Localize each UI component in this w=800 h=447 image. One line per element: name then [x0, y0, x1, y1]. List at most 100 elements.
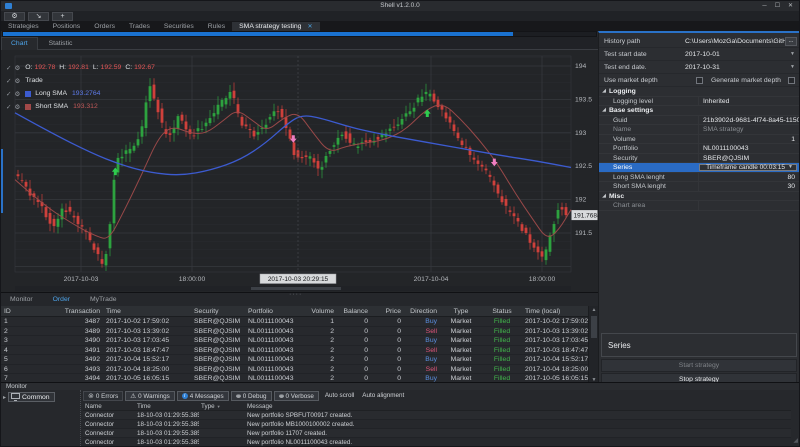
settings-button[interactable]: ⚙	[4, 12, 25, 21]
minimize-button[interactable]: ─	[758, 1, 771, 11]
gear-icon[interactable]: ⚙	[14, 77, 20, 85]
auto-scroll-button[interactable]: Auto scroll	[321, 391, 358, 401]
legend-trade-row[interactable]: ✓ ⚙ Trade	[6, 74, 159, 87]
table-row[interactable]: 434912017-10-03 18:47:47SBER@QJSIMNL0011…	[1, 346, 588, 356]
property-value[interactable]: SBER@QJSIM	[699, 154, 799, 163]
log-row[interactable]: Connector18-10-03 01:29:55.385New portfo…	[83, 420, 791, 429]
orders-scrollbar[interactable]: ▲ ▼	[588, 306, 598, 384]
test-start-value[interactable]: 2017-10-01	[685, 48, 785, 61]
orders-column-header[interactable]: Volume	[304, 306, 337, 316]
start-strategy-button[interactable]: Start strategy	[601, 359, 797, 372]
filter-icon[interactable]: ▼	[217, 404, 221, 409]
property-row-guid[interactable]: Guid21b3902d-9681-4f74-8a45-115015f4...	[599, 116, 799, 126]
table-row[interactable]: 234892017-10-03 13:39:02SBER@QJSIMNL0011…	[1, 327, 588, 337]
orders-column-header[interactable]: Direction	[404, 306, 440, 316]
history-path-value[interactable]: C:\Users\MozGa\Documents\GitHub\EduGit\S…	[685, 35, 785, 48]
orders-column-header[interactable]: Type	[440, 306, 482, 316]
property-value[interactable]: 80	[699, 173, 799, 182]
generate-market-depth-checkbox[interactable]	[788, 77, 795, 84]
orders-column-header[interactable]: Balance	[337, 306, 371, 316]
main-tab-strategies[interactable]: Strategies	[1, 22, 46, 31]
browse-button[interactable]: ...	[785, 37, 797, 46]
property-value[interactable]: SMA strategy	[699, 125, 799, 134]
table-row[interactable]: 134872017-10-02 17:59:02SBER@QJSIMNL0011…	[1, 317, 588, 327]
log-column-header[interactable]: Time	[135, 402, 199, 410]
property-value[interactable]: 30	[699, 182, 799, 191]
property-row-security[interactable]: SecuritySBER@QJSIM	[599, 154, 799, 164]
main-tab-active[interactable]: SMA strategy testing✕	[232, 22, 319, 31]
main-tab-trades[interactable]: Trades	[122, 22, 157, 31]
orders-column-header[interactable]: Time (local)	[522, 306, 588, 316]
log-column-header[interactable]: Name	[83, 402, 135, 410]
property-value[interactable]: Inherited	[699, 97, 799, 106]
property-value[interactable]: NL0011100043	[699, 144, 799, 153]
tab-chart[interactable]: Chart	[1, 37, 38, 50]
log-filter-errors-button[interactable]: ⊗0 Errors	[83, 391, 123, 401]
tree-item-common[interactable]: ▸ Common	[3, 392, 55, 402]
property-value[interactable]	[699, 201, 799, 210]
legend-ohlc-row[interactable]: ✓ ⚙ O:192.78 H:192.81 L:192.59 C:192.67	[6, 61, 159, 74]
expander-icon[interactable]: ◢	[599, 192, 609, 201]
check-icon[interactable]: ✓	[6, 64, 11, 72]
log-row[interactable]: Connector18-10-03 01:29:55.385New portfo…	[83, 438, 791, 446]
table-row[interactable]: 634932017-10-04 18:25:00SBER@QJSIMNL0011…	[1, 365, 588, 375]
property-value[interactable]: 1	[699, 135, 799, 144]
log-filter-debug-button[interactable]: 0 Debug	[231, 391, 272, 401]
use-market-depth-checkbox[interactable]	[696, 77, 703, 84]
property-row-logging-level[interactable]: Logging levelInherited	[599, 97, 799, 107]
tab-close-icon[interactable]: ✕	[307, 24, 312, 30]
tab-order[interactable]: Order	[44, 293, 79, 306]
property-row-long-sma-lenght[interactable]: Long SMA lenght80	[599, 173, 799, 183]
property-row-series[interactable]: SeriesTimeframe candle 00:03:15▼	[599, 163, 799, 173]
orders-column-header[interactable]: ID	[1, 306, 41, 316]
main-tab-orders[interactable]: Orders	[87, 22, 122, 31]
expander-icon[interactable]: ◢	[599, 106, 609, 115]
property-group-logging[interactable]: ◢Logging	[599, 87, 799, 97]
log-column-header[interactable]: Type▼	[199, 402, 245, 410]
orders-column-header[interactable]: Time	[103, 306, 191, 316]
log-row[interactable]: Connector18-10-03 01:29:55.385New portfo…	[83, 429, 791, 438]
log-row[interactable]: Connector18-10-03 01:29:55.385New portfo…	[83, 411, 791, 420]
main-tab-rules[interactable]: Rules	[201, 22, 232, 31]
gear-icon[interactable]: ⚙	[14, 64, 20, 72]
property-row-chart-area[interactable]: Chart area	[599, 201, 799, 211]
log-filter-verbose-button[interactable]: 0 Verbose	[274, 391, 319, 401]
add-strategy-button[interactable]: +	[52, 12, 73, 21]
log-column-header[interactable]: Message	[245, 402, 575, 410]
scroll-thumb[interactable]	[591, 316, 597, 338]
check-icon[interactable]: ✓	[6, 90, 11, 98]
log-filter-messages-button[interactable]: i4 Messages	[177, 391, 229, 401]
legend-short-sma-row[interactable]: ✓ ⚙ Short SMA 193.312	[6, 100, 159, 113]
splitter-grip[interactable]: ····	[289, 293, 302, 297]
tab-monitor[interactable]: Monitor	[1, 293, 42, 306]
property-row-volume[interactable]: Volume1	[599, 135, 799, 145]
orders-column-header[interactable]: Transaction	[41, 306, 103, 316]
legend-long-sma-row[interactable]: ✓ ⚙ Long SMA 193.2764	[6, 87, 159, 100]
orders-column-header[interactable]: Portfolio	[245, 306, 304, 316]
property-row-short-sma-lenght[interactable]: Short SMA lenght30	[599, 182, 799, 192]
main-tab-positions[interactable]: Positions	[46, 22, 88, 31]
check-icon[interactable]: ✓	[6, 103, 11, 111]
gear-icon[interactable]: ⚙	[14, 90, 20, 98]
property-group-misc[interactable]: ◢Misc	[599, 192, 799, 202]
series-combobox[interactable]: Timeframe candle 00:03:15▼	[699, 164, 797, 171]
chart-panel[interactable]: 194193.5193192.5192191.5191.76842017-10-…	[1, 50, 598, 292]
property-row-name[interactable]: NameSMA strategy	[599, 125, 799, 135]
chevron-down-icon[interactable]: ▼	[790, 48, 795, 61]
orders-column-header[interactable]: Status	[482, 306, 522, 316]
property-value[interactable]: 21b3902d-9681-4f74-8a45-115015f4...	[699, 116, 799, 125]
check-icon[interactable]: ✓	[6, 77, 11, 85]
expander-icon[interactable]: ◢	[599, 87, 609, 96]
log-filter-warnings-button[interactable]: ⚠0 Warnings	[125, 391, 174, 401]
connect-button[interactable]: ↘	[28, 12, 49, 21]
table-row[interactable]: 534922017-10-04 15:52:17SBER@QJSIMNL0011…	[1, 355, 588, 365]
property-group-base-settings[interactable]: ◢Base settings	[599, 106, 799, 116]
close-button[interactable]: ✕	[784, 1, 797, 11]
orders-column-header[interactable]: Security	[191, 306, 245, 316]
test-end-value[interactable]: 2017-10-31	[685, 61, 785, 74]
chevron-down-icon[interactable]: ▼	[790, 61, 795, 74]
resize-grip-icon[interactable]: ◢	[793, 437, 798, 444]
maximize-button[interactable]: ☐	[771, 1, 784, 11]
auto-alignment-button[interactable]: Auto alignment	[358, 391, 408, 401]
tab-mytrade[interactable]: MyTrade	[81, 293, 126, 306]
